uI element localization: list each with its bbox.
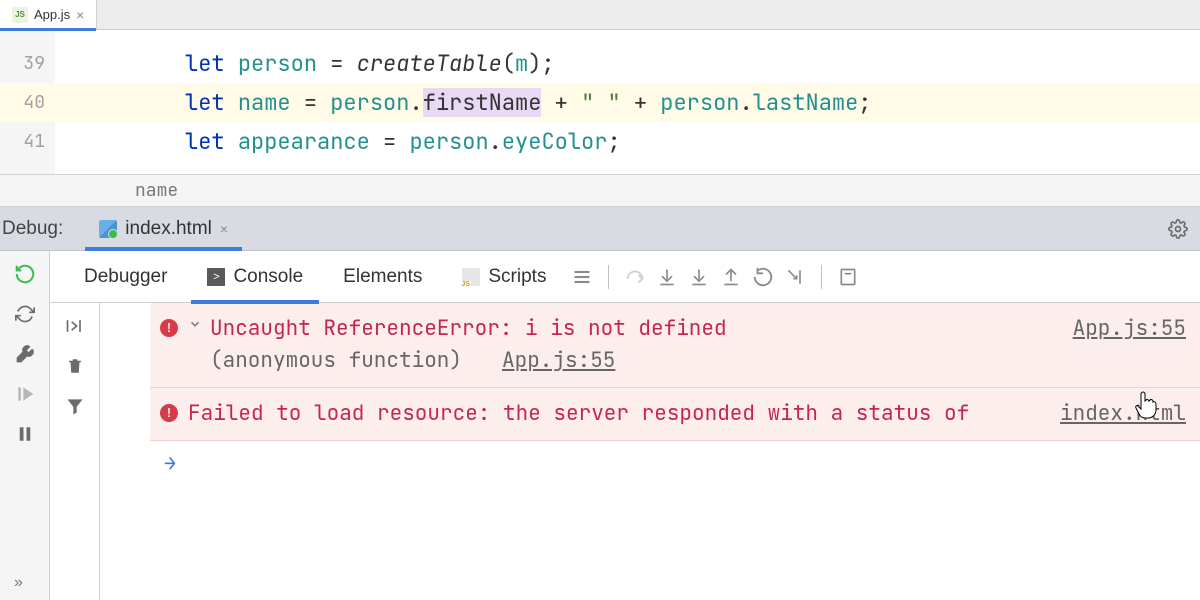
step-into-2-icon[interactable]	[687, 265, 711, 289]
tab-debugger[interactable]: Debugger	[68, 251, 183, 303]
tab-elements[interactable]: Elements	[327, 251, 438, 303]
trash-icon[interactable]	[64, 355, 86, 377]
calculator-icon[interactable]	[836, 265, 860, 289]
line-gutter: 394041	[0, 30, 55, 174]
console-error[interactable]: ! Failed to load resource: the server res…	[150, 388, 1200, 441]
rerun-icon[interactable]	[14, 263, 36, 285]
error-message: Failed to load resource: the server resp…	[188, 400, 969, 427]
separator	[608, 265, 609, 289]
debug-main-panel: Debugger > Console Elements Scripts	[50, 251, 1200, 600]
code-area[interactable]: let person = createTable(m);let name = p…	[55, 30, 1200, 174]
js-file-icon: JS	[12, 7, 28, 23]
console-output[interactable]: ! Uncaught ReferenceError: i is not defin…	[150, 303, 1200, 600]
error-icon: !	[160, 319, 178, 337]
close-icon[interactable]: ×	[220, 221, 228, 237]
error-message: Uncaught ReferenceError: i is not define…	[210, 315, 727, 342]
source-link[interactable]: index.html	[1040, 398, 1186, 430]
tab-label: Debugger	[84, 266, 167, 288]
breadcrumb-item[interactable]: name	[135, 179, 178, 202]
gear-icon[interactable]	[1166, 217, 1190, 241]
tab-console[interactable]: > Console	[191, 251, 319, 303]
separator	[821, 265, 822, 289]
editor-tab-label: App.js	[34, 7, 70, 22]
debug-label: Debug:	[0, 218, 85, 240]
tab-label: Console	[233, 266, 303, 288]
chevron-down-icon[interactable]	[188, 317, 202, 331]
console-icon: >	[207, 268, 225, 286]
console-body: ! Uncaught ReferenceError: i is not defin…	[50, 303, 1200, 600]
tab-label: Scripts	[488, 266, 546, 288]
step-over-icon[interactable]	[623, 265, 647, 289]
scripts-icon	[462, 268, 480, 286]
close-icon[interactable]: ×	[76, 7, 84, 23]
refresh-icon[interactable]	[14, 303, 36, 325]
tab-label: Elements	[343, 266, 422, 288]
scroll-to-end-icon[interactable]	[64, 315, 86, 337]
debug-session-label: index.html	[125, 218, 212, 240]
html-run-icon	[99, 220, 117, 238]
debug-left-rail: »	[0, 251, 50, 600]
debug-session-tab[interactable]: index.html ×	[85, 207, 242, 251]
debug-panel-tabs: Debugger > Console Elements Scripts	[50, 251, 1200, 303]
debug-toolwindow-header: Debug: index.html ×	[0, 207, 1200, 251]
error-icon: !	[160, 404, 178, 422]
editor-tab-appjs[interactable]: JS App.js ×	[0, 0, 97, 30]
console-error[interactable]: ! Uncaught ReferenceError: i is not defin…	[150, 303, 1200, 388]
source-link[interactable]: App.js:55	[1053, 313, 1186, 345]
code-editor[interactable]: 394041 let person = createTable(m);let n…	[0, 30, 1200, 175]
list-icon[interactable]	[570, 265, 594, 289]
resume-icon[interactable]	[14, 383, 36, 405]
console-rail	[50, 303, 100, 600]
breadcrumb[interactable]: name	[0, 175, 1200, 207]
console-gutter	[100, 303, 150, 600]
step-into-icon[interactable]	[655, 265, 679, 289]
source-link[interactable]: App.js:55	[502, 347, 615, 374]
drop-frame-icon[interactable]	[783, 265, 807, 289]
filter-icon[interactable]	[64, 395, 86, 417]
console-prompt[interactable]: →	[150, 441, 1200, 484]
expand-icon[interactable]: »	[14, 574, 23, 592]
run-to-cursor-icon[interactable]	[751, 265, 775, 289]
editor-tabbar: JS App.js ×	[0, 0, 1200, 30]
debug-tool-panel: » Debugger > Console Elements Scripts	[0, 251, 1200, 600]
pause-icon[interactable]	[14, 423, 36, 445]
wrench-icon[interactable]	[14, 343, 36, 365]
step-out-icon[interactable]	[719, 265, 743, 289]
tab-scripts[interactable]: Scripts	[446, 251, 562, 303]
stack-frame: (anonymous function)App.js:55	[210, 345, 1053, 377]
